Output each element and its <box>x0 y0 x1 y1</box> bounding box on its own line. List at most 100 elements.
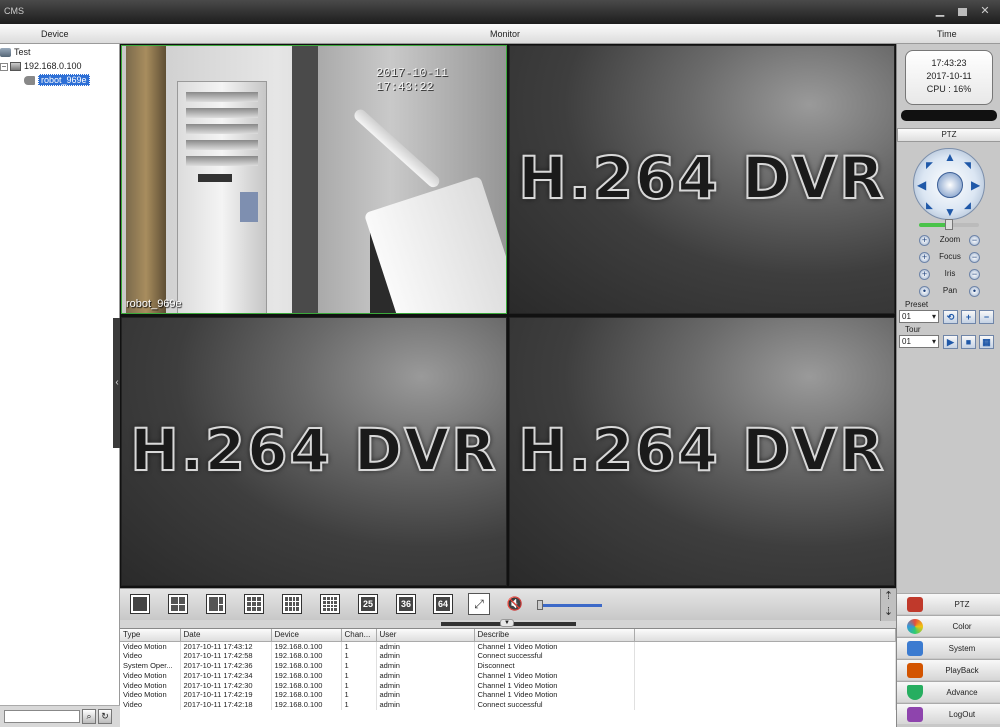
layout-25-button[interactable]: 25 <box>358 594 378 614</box>
video-tile-4[interactable]: H.264 DVR <box>509 317 895 586</box>
volume-slider[interactable] <box>537 600 602 610</box>
log-device: 192.168.0.100 <box>271 700 342 711</box>
iris-open-icon[interactable]: + <box>919 269 930 280</box>
monitor-header: Monitor <box>490 29 521 39</box>
scroll-down-icon[interactable]: ⇣ <box>881 605 896 621</box>
layout-16-button[interactable] <box>320 594 340 614</box>
arrow-down-icon[interactable]: ▼ <box>944 206 956 218</box>
device-search-input[interactable] <box>4 710 80 723</box>
table-row[interactable]: Video Motion 2017-10-11 17:42:34 192.168.0… <box>120 670 896 681</box>
refresh-icon[interactable]: ↻ <box>98 709 112 724</box>
log-date: 2017-10-11 17:42:36 <box>180 661 272 671</box>
arrow-up-left-icon[interactable]: ◤ <box>926 159 933 171</box>
layout-1-button[interactable] <box>130 594 150 614</box>
minimize-icon[interactable]: ▁ <box>933 5 947 18</box>
network-icon <box>0 48 11 58</box>
tour-play-icon[interactable]: ▶ <box>943 335 958 349</box>
search-icon[interactable]: ⌕ <box>82 709 96 724</box>
nav-logout-button[interactable]: LogOut <box>897 703 1000 724</box>
slider-knob[interactable] <box>945 219 953 230</box>
fullscreen-icon[interactable]: ⤢ <box>468 593 490 615</box>
layout-12-button[interactable] <box>282 594 302 614</box>
table-row[interactable]: Video 2017-10-11 17:42:18 192.168.0.100 1 ad… <box>120 700 896 711</box>
zoom-out-icon[interactable]: − <box>969 235 980 246</box>
log-type: Video <box>120 651 181 662</box>
log-col-user[interactable]: User <box>376 629 475 642</box>
log-col-date[interactable]: Date <box>180 629 272 642</box>
placeholder-logo: H.264 DVR <box>129 415 498 485</box>
preset-add-icon[interactable]: + <box>961 310 976 324</box>
layout-9-button[interactable] <box>244 594 264 614</box>
table-row[interactable]: Video Motion 2017-10-11 17:43:12 192.168.0… <box>120 641 896 652</box>
tour-stop-icon[interactable]: ■ <box>961 335 976 349</box>
layout-64-button[interactable]: 64 <box>433 594 453 614</box>
scroll-up-icon[interactable]: ⇡ <box>881 589 896 605</box>
arrow-down-left-icon[interactable]: ◣ <box>926 199 933 211</box>
mute-icon[interactable]: 🔇 <box>506 595 524 613</box>
preset-select[interactable]: 01 <box>899 310 939 323</box>
arrow-right-icon[interactable]: ▶ <box>971 179 980 191</box>
iris-close-icon[interactable]: − <box>969 269 980 280</box>
arrow-left-icon[interactable]: ◀ <box>917 179 926 191</box>
nav-system-button[interactable]: System <box>897 637 1000 658</box>
ptz-header: PTZ <box>897 128 1000 142</box>
volume-knob[interactable] <box>537 600 543 610</box>
log-col-channel[interactable]: Chan... <box>341 629 377 642</box>
log-empty <box>634 661 896 671</box>
ptz-center-icon[interactable] <box>937 172 963 198</box>
log-device: 192.168.0.100 <box>271 670 342 681</box>
log-date: 2017-10-11 17:42:30 <box>180 680 272 691</box>
tour-grid-icon[interactable]: ▦ <box>979 335 994 349</box>
pan-right-icon[interactable]: • <box>969 286 980 297</box>
preset-goto-icon[interactable]: ⟲ <box>943 310 958 324</box>
nav-ptz-button[interactable]: PTZ <box>897 593 1000 614</box>
ptz-speed-slider[interactable] <box>919 219 979 230</box>
layout-4-button[interactable] <box>168 594 188 614</box>
close-icon[interactable]: ✕ <box>978 5 992 18</box>
nav-ptz-label: PTZ <box>954 600 970 609</box>
logout-icon <box>907 707 923 722</box>
table-row[interactable]: System Oper... 2017-10-11 17:42:36 192.168… <box>120 661 896 671</box>
app-title: CMS <box>4 6 24 16</box>
video-tile-2[interactable]: H.264 DVR <box>509 45 895 314</box>
device-footer: ⌕ ↻ <box>0 705 120 727</box>
nav-advance-button[interactable]: Advance <box>897 681 1000 702</box>
tree-camera[interactable]: robot_969e <box>24 73 90 87</box>
log-col-device[interactable]: Device <box>271 629 342 642</box>
device-header: Device <box>41 29 69 39</box>
table-row[interactable]: Video Motion 2017-10-11 17:42:19 192.168.0… <box>120 690 896 701</box>
collapse-icon[interactable]: − <box>0 62 8 71</box>
preset-remove-icon[interactable]: − <box>979 310 994 324</box>
layout-6-button[interactable] <box>206 594 226 614</box>
ptz-iris-row: + Iris − <box>919 268 981 282</box>
video-tile-3[interactable]: H.264 DVR <box>121 317 507 586</box>
zoom-in-icon[interactable]: + <box>919 235 930 246</box>
log-empty <box>634 641 896 652</box>
nav-color-label: Color <box>952 622 972 631</box>
nav-color-button[interactable]: Color <box>897 615 1000 636</box>
table-row[interactable]: Video 2017-10-11 17:42:58 192.168.0.100 1 ad… <box>120 651 896 662</box>
splitter-chevron-icon[interactable]: ▼ <box>500 619 514 627</box>
log-col-type[interactable]: Type <box>120 629 181 642</box>
log-device: 192.168.0.100 <box>271 641 342 652</box>
nav-playback-button[interactable]: PlayBack <box>897 659 1000 680</box>
table-row[interactable]: Video Motion 2017-10-11 17:42:30 192.168.0… <box>120 680 896 691</box>
video-tile-1[interactable]: 2017-10-11 17:43:22 robot_969e <box>121 45 507 314</box>
maximize-icon[interactable] <box>955 5 969 18</box>
layout-9-icon <box>246 596 262 612</box>
pan-left-icon[interactable]: • <box>919 286 930 297</box>
arrow-up-right-icon[interactable]: ◥ <box>964 159 971 171</box>
log-empty <box>634 700 896 711</box>
layout-36-button[interactable]: 36 <box>396 594 416 614</box>
focus-in-icon[interactable]: + <box>919 252 930 263</box>
log-col-describe[interactable]: Describe <box>474 629 635 642</box>
tree-camera-label: robot_969e <box>38 74 90 86</box>
tree-dvr[interactable]: − 192.168.0.100 <box>0 59 82 73</box>
camera-icon <box>24 76 35 86</box>
tour-select[interactable]: 01 <box>899 335 939 348</box>
tree-root[interactable]: Test <box>0 45 31 59</box>
arrow-up-icon[interactable]: ▲ <box>944 151 956 163</box>
arrow-down-right-icon[interactable]: ◢ <box>964 199 971 211</box>
focus-out-icon[interactable]: − <box>969 252 980 263</box>
ptz-direction-pad[interactable]: ▲ ▼ ◀ ▶ ◤ ◥ ◣ ◢ <box>913 148 985 220</box>
